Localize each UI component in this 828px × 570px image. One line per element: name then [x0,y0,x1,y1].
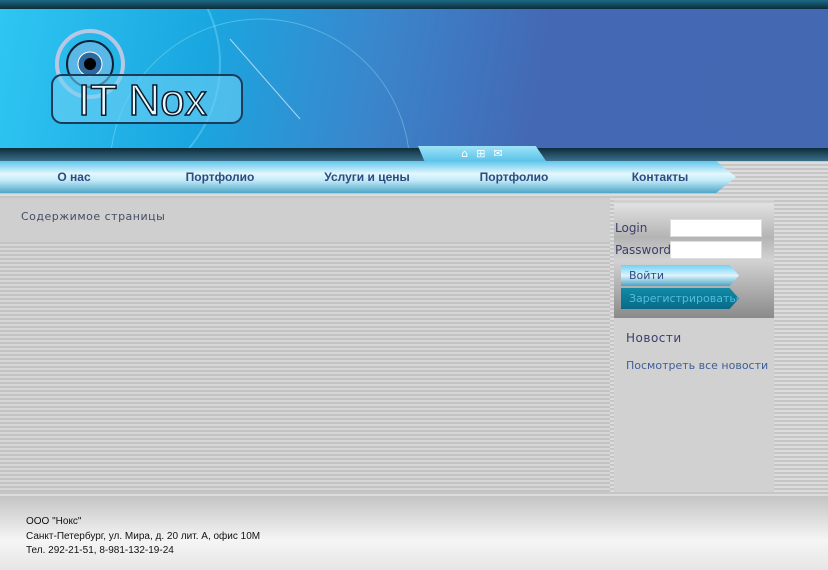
nav-portfolio-2[interactable]: Портфолио [480,170,549,184]
login-label: Login [615,221,648,235]
nav-services[interactable]: Услуги и цены [324,170,410,184]
footer: ООО "Нокс" Санкт-Петербург, ул. Мира, д.… [0,496,828,570]
main-nav: О нас Портфолио Услуги и цены Портфолио … [0,161,736,193]
header-icons: ⌂ ⊞ ✉ [418,146,546,161]
footer-address: Санкт-Петербург, ул. Мира, д. 20 лит. А,… [26,531,261,542]
password-label: Password [615,243,672,257]
login-input[interactable] [670,219,762,237]
header-band [0,148,828,161]
password-input[interactable] [670,241,762,259]
news-title: Новости [626,331,682,345]
page-title: Содержимое страницы [21,210,166,223]
all-news-link[interactable]: Посмотреть все новости [626,359,768,372]
register-button[interactable]: Зарегистрироваться [621,288,739,309]
login-button[interactable]: Войти [621,265,739,286]
nav-contacts[interactable]: Контакты [632,170,689,184]
content-area: Содержимое страницы [0,198,610,492]
home-icon[interactable]: ⌂ [461,147,468,160]
top-bar [0,0,828,9]
nav-about[interactable]: О нас [57,170,90,184]
mail-icon[interactable]: ✉ [493,147,502,160]
login-form: Login Password Войти Зарегистрироваться [614,203,774,318]
footer-company: ООО "Нокс" [26,516,82,527]
sitemap-icon[interactable]: ⊞ [476,147,485,160]
svg-text:IT Nox: IT Nox [78,76,207,125]
nav-portfolio[interactable]: Портфолио [186,170,255,184]
logo[interactable]: IT Nox [0,9,828,148]
footer-phone: Тел. 292-21-51, 8-981-132-19-24 [26,545,174,556]
header-banner: IT Nox [0,9,828,148]
sidebar: Login Password Войти Зарегистрироваться … [614,200,774,492]
